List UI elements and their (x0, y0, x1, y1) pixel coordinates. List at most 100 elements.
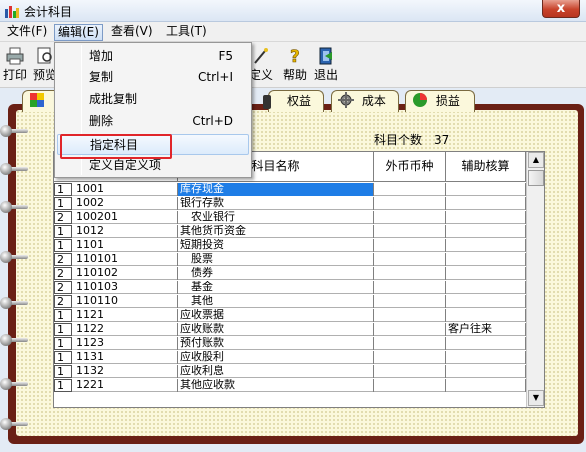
binder-ring (0, 418, 28, 430)
tab-equity[interactable]: 权益 (263, 90, 324, 112)
tab-cost[interactable]: 成本 (331, 90, 399, 112)
row-code: 110102 (74, 267, 178, 280)
menu-item-label: 复制 (89, 70, 114, 84)
tab-equity-label: 权益 (287, 94, 312, 108)
row-account-name: 应收账款 (178, 323, 374, 336)
table-row[interactable]: 1 1132 应收利息 (54, 365, 526, 378)
row-auxiliary (446, 295, 526, 308)
table-row[interactable]: 1 1001 库存现金 (54, 183, 526, 196)
binder-ring (0, 297, 28, 309)
table-row[interactable]: 1 1012 其他货币资金 (54, 225, 526, 238)
vertical-scrollbar[interactable]: ▲ ▼ (526, 152, 544, 407)
table-row[interactable]: 1 1123 预付账款 (54, 337, 526, 350)
menu-item-batch-copy[interactable]: 成批复制 (57, 89, 249, 110)
help-icon: ? (290, 47, 300, 66)
account-count-label: 科目个数 (374, 133, 423, 147)
row-account-name: 债券 (178, 267, 374, 280)
menu-item-label: 删除 (89, 114, 114, 128)
row-currency (374, 337, 446, 350)
table-row[interactable]: 2 110101 股票 (54, 253, 526, 266)
row-currency (374, 183, 446, 196)
table-row[interactable]: 1 1002 银行存款 (54, 197, 526, 210)
table-row[interactable]: 2 100201 农业银行 (54, 211, 526, 224)
row-auxiliary (446, 183, 526, 196)
menu-view[interactable]: 查看(V) (108, 24, 156, 41)
row-code: 1221 (74, 379, 178, 392)
exit-button[interactable]: 退出 (313, 46, 339, 86)
header-currency[interactable]: 外币币种 (374, 152, 446, 182)
row-level: 1 (54, 309, 72, 322)
row-code: 1101 (74, 239, 178, 252)
menu-item-copy[interactable]: 复制 Ctrl+I (57, 67, 249, 88)
row-level: 1 (54, 379, 72, 392)
header-auxiliary[interactable]: 辅助核算 (446, 152, 526, 182)
table-row[interactable]: 2 110103 基金 (54, 281, 526, 294)
binder-ring (0, 201, 28, 213)
row-auxiliary (446, 253, 526, 266)
print-label: 打印 (2, 68, 27, 82)
row-account-name: 其他应收款 (178, 379, 374, 392)
table-row[interactable]: 1 1221 其他应收款 (54, 379, 526, 392)
svg-text:?: ? (290, 47, 300, 66)
row-code: 110101 (74, 253, 178, 266)
table-row[interactable]: 2 110102 债券 (54, 267, 526, 280)
preview-icon (37, 47, 52, 64)
account-count: 科目个数 37 (374, 131, 449, 148)
row-code: 1131 (74, 351, 178, 364)
table-row[interactable]: 2 110110 其他 (54, 295, 526, 308)
table-row[interactable]: 1 1121 应收票据 (54, 309, 526, 322)
row-code: 1012 (74, 225, 178, 238)
menu-file[interactable]: 文件(F) (4, 24, 50, 41)
highlight-annotation (60, 134, 172, 159)
menu-tools[interactable]: 工具(T) (163, 24, 210, 41)
row-account-name: 库存现金 (178, 183, 374, 196)
menu-item-add[interactable]: 增加 F5 (57, 46, 249, 67)
row-auxiliary (446, 337, 526, 350)
row-code: 110110 (74, 295, 178, 308)
help-label: 帮助 (282, 68, 307, 82)
row-auxiliary (446, 239, 526, 252)
table-row[interactable]: 1 1122 应收账款 客户往来 (54, 323, 526, 336)
row-account-name: 其他 (178, 295, 374, 308)
print-button[interactable]: 打印 (2, 46, 28, 86)
gear-icon (338, 92, 354, 108)
row-code: 110103 (74, 281, 178, 294)
scroll-up-icon[interactable]: ▲ (528, 152, 544, 168)
row-account-name: 股票 (178, 253, 374, 266)
tab-cost-label: 成本 (361, 94, 386, 108)
accounts-table[interactable]: 科目名称 外币币种 辅助核算 1 1001 库存现金 1 1002 银行存款 2 100201… (53, 151, 545, 408)
row-level: 2 (54, 253, 72, 266)
row-account-name: 应收利息 (178, 365, 374, 378)
account-count-value: 37 (434, 133, 450, 147)
row-currency (374, 253, 446, 266)
window-title: 会计科目 (24, 5, 73, 19)
binder-ring (0, 125, 28, 137)
row-account-name: 预付账款 (178, 337, 374, 350)
row-level: 2 (54, 267, 72, 280)
row-level: 1 (54, 225, 72, 238)
table-row[interactable]: 1 1131 应收股利 (54, 351, 526, 364)
table-row[interactable]: 1 1101 短期投资 (54, 239, 526, 252)
row-currency (374, 295, 446, 308)
menu-edit[interactable]: 编辑(E) (54, 24, 103, 41)
help-button[interactable]: ? 帮助 (282, 46, 308, 86)
printer-icon (6, 47, 24, 65)
tab-profit-loss[interactable]: 损益 (405, 90, 475, 112)
close-button[interactable]: x (542, 0, 580, 18)
binder-ring (0, 378, 28, 390)
row-account-name: 银行存款 (178, 197, 374, 210)
row-code: 100201 (74, 211, 178, 224)
row-auxiliary (446, 225, 526, 238)
row-account-name: 基金 (178, 281, 374, 294)
row-auxiliary: 客户往来 (446, 323, 526, 336)
row-auxiliary (446, 281, 526, 294)
scroll-down-icon[interactable]: ▼ (528, 390, 544, 406)
menu-item-shortcut: F5 (218, 49, 233, 63)
menu-item-delete[interactable]: 删除 Ctrl+D (57, 111, 249, 132)
row-auxiliary (446, 211, 526, 224)
row-auxiliary (446, 365, 526, 378)
row-currency (374, 281, 446, 294)
menu-bar: 文件(F) 编辑(E) 查看(V) 工具(T) (0, 22, 586, 42)
scroll-thumb[interactable] (528, 170, 544, 186)
row-account-name: 应收票据 (178, 309, 374, 322)
